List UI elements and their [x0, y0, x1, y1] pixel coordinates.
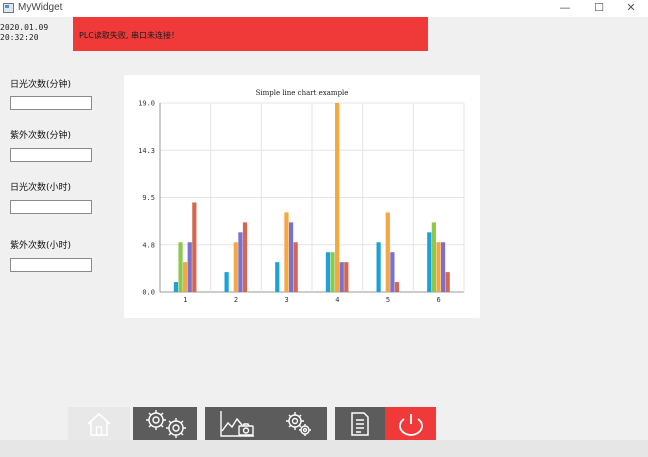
clock-time: 20:32:20	[0, 33, 39, 42]
x-tick-label: 6	[437, 296, 441, 304]
y-tick-label: 4.8	[142, 241, 155, 249]
chart-camera-icon	[220, 410, 254, 437]
bar	[192, 202, 197, 292]
bar	[293, 242, 298, 292]
bar	[427, 232, 432, 292]
y-tick-label: 0.0	[142, 289, 155, 297]
bar	[344, 262, 349, 292]
power-icon	[398, 413, 423, 436]
y-tick-label: 14.3	[138, 147, 155, 155]
bar	[385, 212, 390, 292]
gears-icon	[146, 409, 186, 438]
document-button[interactable]	[335, 407, 385, 440]
bar	[238, 232, 243, 292]
daylight-hour-input[interactable]	[10, 200, 92, 214]
x-tick-label: 4	[335, 296, 339, 304]
chart-title: Simple line chart example	[255, 89, 349, 97]
field-label-uv-hour: 紫外次数(小时)	[10, 241, 72, 251]
field-label-uv-minute: 紫外次数(分钟)	[10, 131, 72, 141]
bar	[440, 242, 446, 292]
chart-panel: 0.0 4.8 9.5 14.3 19.0 1 2 3 4 5 6 Simple line char…	[124, 75, 480, 318]
document-icon	[351, 411, 369, 436]
app-icon	[3, 3, 14, 13]
bar	[325, 252, 331, 292]
bar	[187, 242, 192, 292]
x-tick-label: 2	[234, 296, 238, 304]
uv-hour-input[interactable]	[10, 258, 92, 272]
clock: 2020.01.09 20:32:20	[0, 23, 48, 43]
bar	[335, 103, 340, 292]
bar	[394, 282, 400, 292]
alert-message: PLC读取失败, 串口未连接！	[79, 31, 179, 40]
maximize-button[interactable]: ☐	[582, 0, 616, 17]
bar	[436, 242, 441, 292]
bar	[431, 222, 436, 292]
bar	[173, 282, 179, 292]
bar	[233, 242, 238, 292]
bar	[284, 212, 289, 292]
power-button[interactable]	[385, 407, 436, 440]
bar	[183, 262, 188, 292]
bar	[275, 262, 280, 292]
bar	[242, 222, 248, 292]
bar-chart: 0.0 4.8 9.5 14.3 19.0 1 2 3 4 5 6	[138, 100, 465, 304]
home-icon	[87, 412, 111, 436]
x-tick-label: 5	[386, 296, 390, 304]
alert-banner: PLC读取失败, 串口未连接！	[73, 17, 428, 51]
field-label-daylight-hour: 日光次数(小时)	[10, 183, 72, 193]
bar	[178, 242, 183, 292]
close-button[interactable]: ✕	[614, 0, 648, 17]
settings-group-button[interactable]	[133, 407, 197, 440]
y-tick-label: 9.5	[142, 194, 155, 202]
cog-icon	[286, 411, 311, 436]
y-tick-label: 19.0	[138, 100, 155, 108]
x-tick-label: 3	[285, 296, 289, 304]
bar	[445, 272, 450, 292]
title-bar: MyWidget — ☐ ✕	[0, 0, 648, 17]
bar	[224, 272, 229, 292]
window-title: MyWidget	[18, 2, 63, 13]
clock-date: 2020.01.09	[0, 23, 49, 32]
minimize-button[interactable]: —	[548, 0, 582, 17]
bar	[288, 222, 294, 292]
bar	[330, 252, 335, 292]
x-tick-label: 1	[183, 296, 187, 304]
home-button[interactable]	[68, 407, 130, 440]
toolbar-strip	[0, 440, 648, 457]
bar	[376, 242, 381, 292]
daylight-minute-input[interactable]	[10, 96, 92, 110]
bar	[390, 252, 395, 292]
field-label-daylight-minute: 日光次数(分钟)	[10, 80, 72, 90]
chart-camera-button[interactable]	[205, 407, 269, 440]
bar	[339, 262, 344, 292]
uv-minute-input[interactable]	[10, 148, 92, 162]
config-button[interactable]	[269, 407, 327, 440]
